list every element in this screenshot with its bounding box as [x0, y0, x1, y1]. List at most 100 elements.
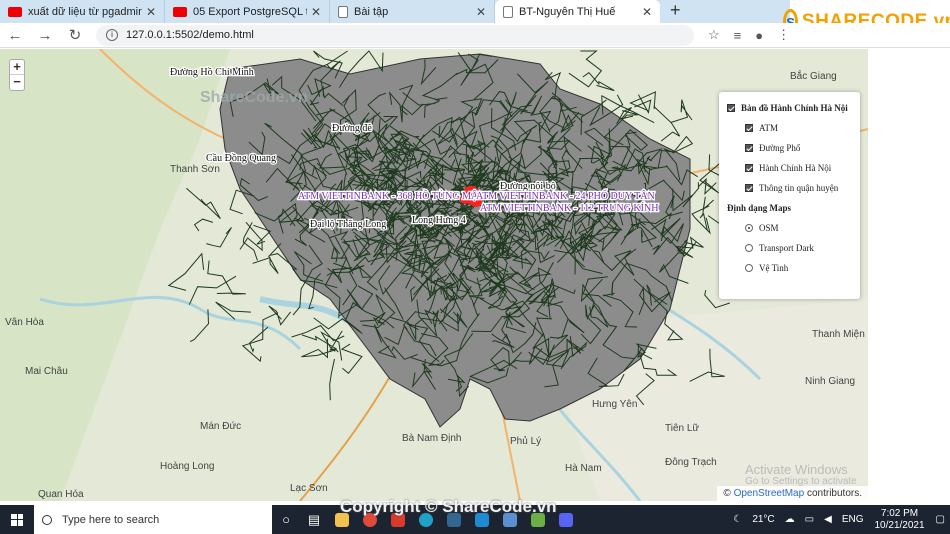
- tab-2[interactable]: 05 Export PostgreSQL table to C ✕: [165, 0, 330, 23]
- clock-time: 7:02 PM: [880, 507, 919, 519]
- label-place: Bà Nam Định: [402, 433, 461, 444]
- task-view-icon[interactable]: ○: [272, 505, 300, 534]
- close-icon[interactable]: ✕: [642, 5, 652, 19]
- label-place: Hưng Yên: [592, 399, 637, 410]
- layer-group-toggle[interactable]: Bản đồ Hành Chính Hà Nội: [727, 98, 852, 118]
- language-indicator[interactable]: ENG: [842, 514, 864, 525]
- layer-admin[interactable]: Hành Chính Hà Nội: [745, 158, 852, 178]
- label-place: Thanh Miện: [812, 329, 865, 340]
- layer-roads[interactable]: Đường Phố: [745, 138, 852, 158]
- page-margin: [868, 49, 950, 501]
- taskbar-search[interactable]: Type here to search: [34, 505, 272, 534]
- label-place: Phủ Lý: [510, 435, 541, 447]
- start-button[interactable]: [0, 505, 34, 534]
- panel-title: Bản đồ Hành Chính Hà Nội: [741, 103, 848, 113]
- tab-4[interactable]: BT-Nguyễn Thị Huế ✕: [495, 0, 660, 23]
- label-place: Ninh Giang: [805, 376, 855, 387]
- label-place: Đông Trạch: [665, 457, 717, 468]
- zoom-control: + −: [9, 59, 25, 91]
- label-place: Lạc Sơn: [290, 483, 328, 494]
- cloud-icon[interactable]: ☁: [785, 514, 795, 525]
- label-place: Tiên Lữ: [665, 423, 699, 434]
- forward-icon[interactable]: →: [30, 27, 60, 44]
- layer-label: Đường Phố: [759, 143, 801, 153]
- tab-title: xuất dữ liệu từ pgadmin - YouTu: [28, 5, 142, 18]
- activate-title: Activate Windows: [745, 462, 848, 477]
- search-placeholder: Type here to search: [62, 513, 160, 526]
- atm-label: ATM VIETTINBANK - 368 HỒ TÙNG MẬU: [298, 189, 486, 202]
- search-icon: [42, 514, 52, 525]
- clock[interactable]: 7:02 PM 10/21/2021: [874, 508, 924, 532]
- close-icon[interactable]: ✕: [146, 5, 156, 19]
- checkbox[interactable]: [745, 144, 753, 152]
- label-road: Cầu Đồng Quang: [206, 153, 276, 164]
- osm-link[interactable]: OpenStreetMap: [734, 488, 805, 499]
- attribution: © OpenStreetMap contributors.: [717, 486, 868, 501]
- map-label: OSM: [759, 223, 779, 233]
- extensions-icon[interactable]: ≡: [734, 28, 742, 43]
- widgets-icon[interactable]: ▤: [300, 505, 328, 534]
- checkbox[interactable]: [745, 164, 753, 172]
- attribution-suffix: contributors.: [806, 488, 862, 499]
- clock-date: 10/21/2021: [874, 519, 925, 531]
- label-place: Hoàng Long: [160, 461, 215, 472]
- label-place: Vân Hòa: [5, 317, 44, 328]
- checkbox[interactable]: [745, 184, 753, 192]
- atm-label: ATM VIETTINBANK - 24 PHỐ DUY TÂN: [476, 189, 655, 202]
- address-bar: ← → ↻ i 127.0.0.1:5502/demo.html ☆ ≡ ● ⋮: [0, 23, 950, 48]
- map-label: Vệ Tinh: [759, 263, 789, 273]
- map-osm[interactable]: OSM: [745, 218, 852, 238]
- map-transport-dark[interactable]: Transport Dark: [745, 238, 852, 258]
- tab-title: BT-Nguyễn Thị Huế: [519, 5, 616, 18]
- new-tab-button[interactable]: +: [670, 0, 681, 21]
- radio[interactable]: [745, 264, 753, 272]
- youtube-icon: [8, 6, 22, 17]
- tab-3[interactable]: Bài tập ✕: [330, 0, 495, 23]
- label-road: Đại lộ Thăng Long: [310, 219, 386, 230]
- atm-label: ATM VIETTINBANK - 112 TRUNG KÍNH: [480, 202, 658, 214]
- profile-icon[interactable]: ●: [755, 28, 763, 43]
- tab-title: Bài tập: [354, 5, 389, 18]
- zoom-in-button[interactable]: +: [10, 60, 24, 75]
- layer-atm[interactable]: ATM: [745, 118, 852, 138]
- map-view[interactable]: Đường Hồ Chí Minh Cầu Đồng Quang Đường đ…: [0, 49, 868, 501]
- copyright-watermark: Copyright © ShareCode.vn: [340, 497, 557, 516]
- radio[interactable]: [745, 224, 753, 232]
- label-place: Bắc Giang: [790, 69, 837, 82]
- document-icon: [503, 5, 513, 18]
- checkbox[interactable]: [745, 124, 753, 132]
- close-icon[interactable]: ✕: [476, 5, 486, 19]
- tab-1[interactable]: xuất dữ liệu từ pgadmin - YouTu ✕: [0, 0, 165, 23]
- map-satellite[interactable]: Vệ Tinh: [745, 258, 852, 278]
- info-icon: i: [106, 29, 118, 41]
- volume-icon[interactable]: ◀: [824, 514, 832, 525]
- checkbox[interactable]: [727, 104, 735, 112]
- layer-district-info[interactable]: Thông tin quận huyện: [745, 178, 852, 198]
- notification-icon[interactable]: ▢: [936, 514, 945, 525]
- maps-title: Định dạng Maps: [727, 203, 792, 213]
- label-road: Đường đê: [332, 123, 372, 134]
- moon-icon: ☾: [733, 514, 743, 525]
- zoom-out-button[interactable]: −: [10, 75, 24, 90]
- url-input[interactable]: i 127.0.0.1:5502/demo.html: [96, 24, 694, 46]
- layer-label: Thông tin quận huyện: [759, 183, 839, 193]
- label-place: Mai Châu: [25, 366, 68, 377]
- document-icon: [338, 5, 348, 18]
- network-icon[interactable]: ▭: [805, 514, 814, 525]
- layer-panel: Bản đồ Hành Chính Hà Nội ATM Đường Phố H…: [719, 92, 860, 299]
- map-label: Transport Dark: [759, 243, 814, 253]
- tab-title: 05 Export PostgreSQL table to C: [193, 5, 307, 18]
- system-tray: ☾ 21°C ☁ ▭ ◀ ENG 7:02 PM 10/21/2021 ▢: [728, 505, 950, 534]
- star-icon[interactable]: ☆: [708, 27, 720, 43]
- layer-label: Hành Chính Hà Nội: [759, 163, 832, 173]
- copyright-symbol: ©: [723, 488, 731, 499]
- reload-icon[interactable]: ↻: [60, 26, 90, 44]
- label-place: Thanh Sơn: [170, 164, 220, 175]
- weather-text[interactable]: 21°C: [752, 514, 774, 525]
- menu-icon[interactable]: ⋮: [777, 27, 790, 43]
- watermark: ShareCode.vn: [200, 89, 308, 106]
- close-icon[interactable]: ✕: [311, 5, 321, 19]
- radio[interactable]: [745, 244, 753, 252]
- back-icon[interactable]: ←: [0, 27, 30, 44]
- label-road: Đường Hồ Chí Minh: [170, 67, 254, 78]
